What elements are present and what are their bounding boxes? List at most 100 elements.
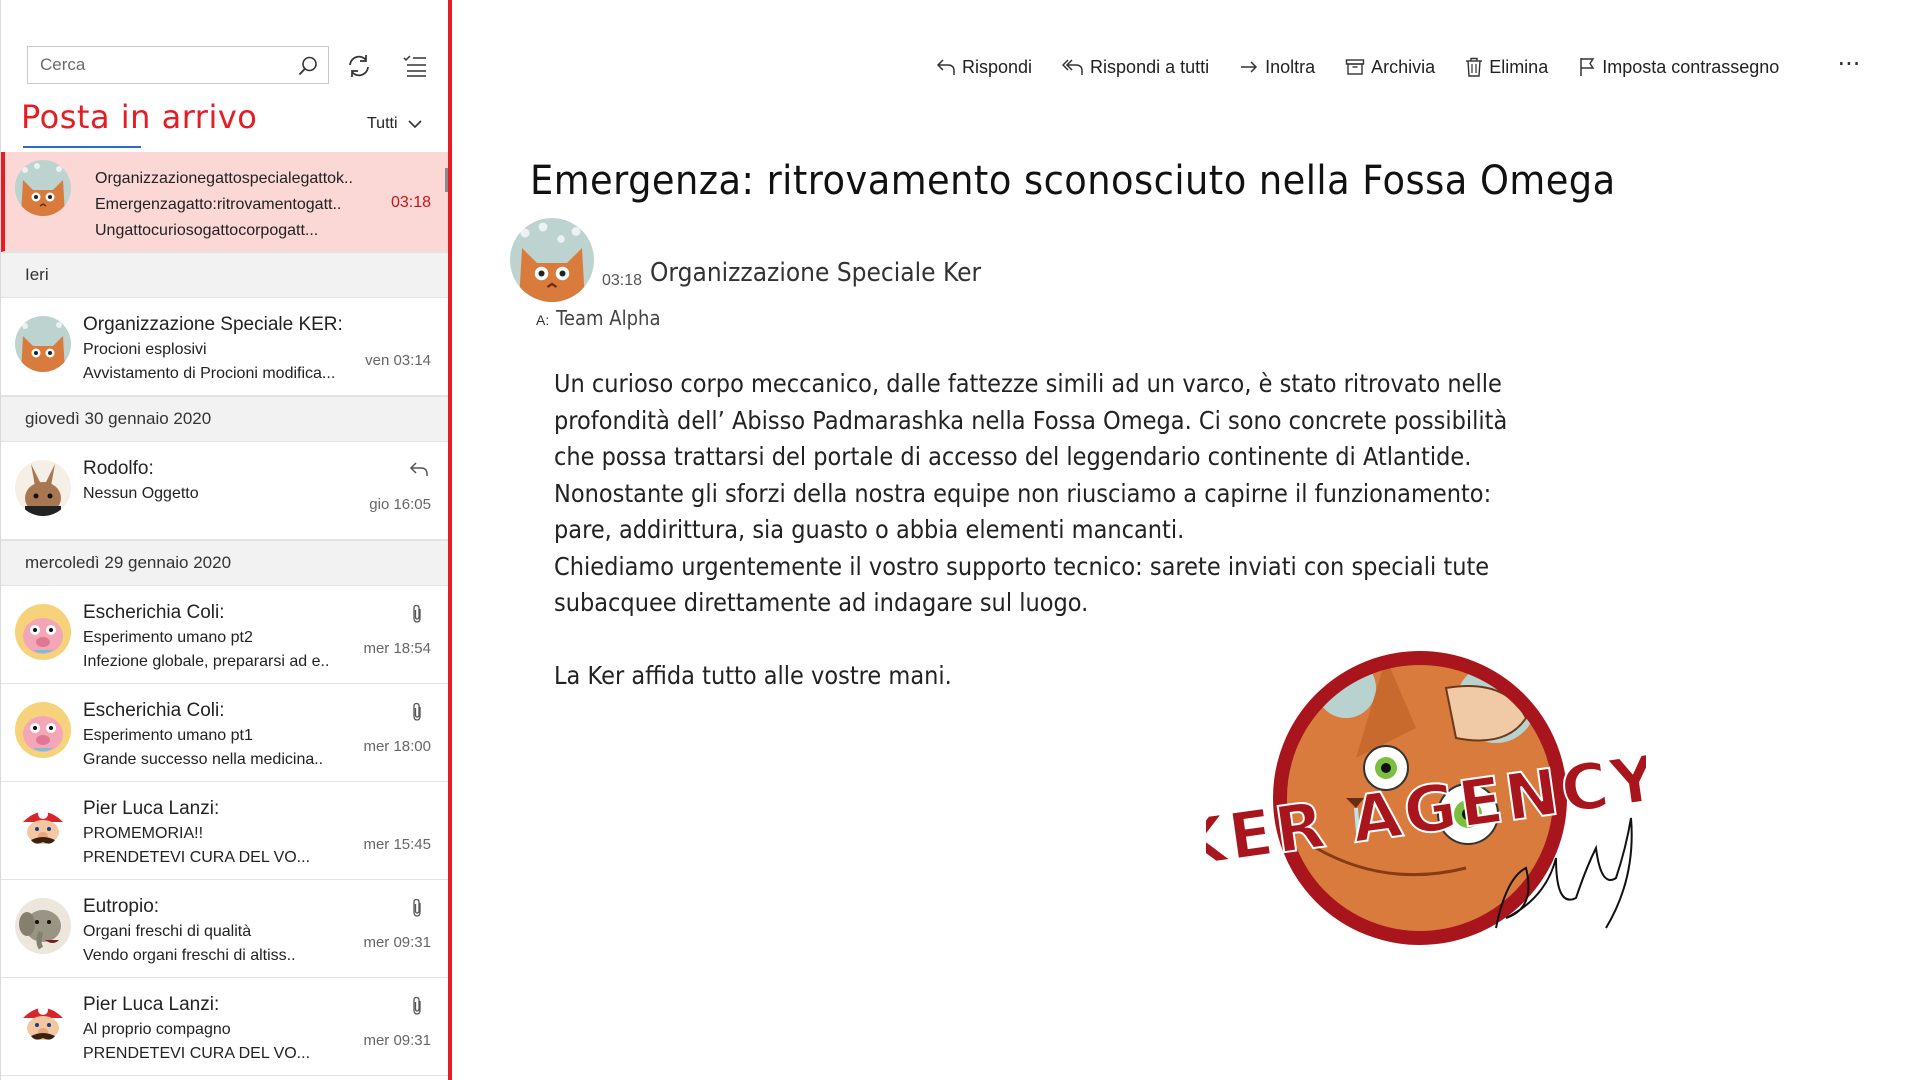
mail-subject: Emergenzagatto:ritrovamentogatt.. — [95, 196, 342, 213]
body-line: Un curioso corpo meccanico, dalle fattez… — [554, 369, 1502, 398]
mail-sender: Escherichia Coli: — [83, 602, 225, 623]
archive-label: Archivia — [1371, 56, 1436, 77]
mail-subject: Esperimento umano pt2 — [83, 629, 253, 646]
mail-time: mer 09:31 — [363, 1032, 431, 1049]
forward-button[interactable]: Inoltra — [1239, 57, 1315, 78]
search-box[interactable] — [27, 46, 329, 84]
recipient-label: A: — [536, 312, 550, 328]
mail-subject: Al proprio compagno — [83, 1021, 231, 1038]
mail-time: gio 16:05 — [369, 496, 431, 513]
archive-box-icon — [1345, 59, 1365, 75]
reply-all-icon — [1062, 59, 1083, 75]
mail-list: Organizzazionegattospecialegattok.. Emer… — [1, 152, 449, 1076]
delete-button[interactable]: Elimina — [1465, 57, 1548, 78]
mail-subject: Esperimento umano pt1 — [83, 727, 253, 744]
mail-sender: Eutropio: — [83, 896, 160, 917]
folder-title: Posta in arrivo — [21, 98, 258, 136]
body-line: profondità dell’ Abisso Padmarashka nell… — [554, 405, 1508, 435]
body-line: subacquee direttamente ad indagare sul l… — [554, 588, 1089, 617]
chevron-down-icon — [407, 120, 422, 129]
mail-time: mer 15:45 — [363, 836, 431, 853]
selection-mode-icon[interactable] — [399, 50, 431, 82]
mail-item[interactable]: Pier Luca Lanzi: Al proprio compagno PREND… — [1, 978, 449, 1076]
avatar-mario — [15, 996, 71, 1052]
date-group-header: mercoledì 29 gennaio 2020 — [1, 540, 449, 586]
mail-item-text: Pier Luca Lanzi: Al proprio compagno PREND… — [83, 992, 353, 1066]
reply-icon — [936, 59, 955, 75]
replied-icon — [409, 460, 429, 480]
delete-label: Elimina — [1489, 56, 1549, 77]
search-icon[interactable] — [294, 52, 322, 80]
sender-avatar — [510, 218, 594, 302]
mail-preview: PRENDETEVI CURA DEL VO... — [83, 849, 311, 866]
reply-all-button[interactable]: Rispondi a tutti — [1062, 57, 1209, 78]
mail-item[interactable]: Escherichia Coli: Esperimento umano pt1 Gr… — [1, 684, 449, 782]
mail-preview: Avvistamento di Procioni modifica... — [83, 365, 336, 382]
ker-agency-stamp-image: KER AGENCY — [1206, 650, 1646, 946]
mail-time: ven 03:14 — [365, 352, 431, 369]
mail-time: mer 18:00 — [363, 738, 431, 755]
mail-item-text: Organizzazione Speciale KER: Procioni esp… — [83, 312, 353, 386]
filter-label: Tutti — [367, 115, 398, 132]
mail-item[interactable]: Organizzazione Speciale KER: Procioni esp… — [1, 298, 449, 396]
mail-preview: Vendo organi freschi di altiss.. — [83, 947, 296, 964]
body-line: pare, addirittura, sia guasto o abbia el… — [554, 515, 1185, 544]
avatar-mario — [15, 800, 71, 856]
mail-item-selected[interactable]: Organizzazionegattospecialegattok.. Emer… — [1, 152, 449, 252]
mail-item[interactable]: Rodolfo: Nessun Oggetto gio 16:05 — [1, 442, 449, 540]
mail-item[interactable]: Eutropio: Organi freschi di qualità Vendo … — [1, 880, 449, 978]
archive-button[interactable]: Archivia — [1345, 57, 1435, 78]
mail-item[interactable]: Pier Luca Lanzi: PROMEMORIA!! PRENDETEVI C… — [1, 782, 449, 880]
mail-preview: Infezione globale, prepararsi ad e.. — [83, 653, 330, 670]
mail-sender: Escherichia Coli: — [83, 700, 225, 721]
pane-divider[interactable] — [448, 0, 452, 1080]
mail-sender: Rodolfo: — [83, 458, 154, 479]
recipient-name[interactable]: Team Alpha — [556, 306, 660, 330]
reply-button[interactable]: Rispondi — [936, 57, 1032, 78]
mail-subject: PROMEMORIA!! — [83, 825, 204, 842]
mail-preview: PRENDETEVI CURA DEL VO... — [83, 1045, 311, 1062]
mail-item-text: Escherichia Coli: Esperimento umano pt1 Gr… — [83, 698, 353, 772]
avatar-elephant — [15, 898, 71, 954]
mail-subject: Procioni esplosivi — [83, 341, 207, 358]
reply-label: Rispondi — [962, 56, 1033, 77]
mail-list-pane: Posta in arrivo Tutti Organizzazionegatt… — [0, 0, 449, 1080]
reply-all-label: Rispondi a tutti — [1090, 56, 1210, 77]
message-time: 03:18 — [602, 272, 643, 289]
message-toolbar: Rispondi Rispondi a tutti Inoltra Archiv… — [936, 52, 1809, 82]
more-options-button[interactable]: ··· — [1832, 52, 1866, 82]
message-body: Un curioso corpo meccanico, dalle fattez… — [554, 366, 1508, 694]
message-subject: Emergenza: ritrovamento sconosciuto nell… — [530, 158, 1616, 204]
avatar-cat — [15, 316, 71, 372]
mail-item-text: Pier Luca Lanzi: PROMEMORIA!! PRENDETEVI C… — [83, 796, 353, 870]
set-flag-button[interactable]: Imposta contrassegno — [1578, 57, 1779, 78]
attachment-icon — [409, 996, 429, 1016]
mail-item-text: Escherichia Coli: Esperimento umano pt2 In… — [83, 600, 353, 674]
mail-sender: Organizzazionegattospecialegattok.. — [95, 170, 353, 187]
date-group-header: giovedì 30 gennaio 2020 — [1, 396, 449, 442]
attachment-icon — [409, 898, 429, 918]
mail-time: 03:18 — [390, 194, 431, 211]
folder-title-underline — [23, 146, 141, 148]
mail-sender: Pier Luca Lanzi: — [83, 994, 220, 1015]
mail-subject: Organi freschi di qualità — [83, 923, 252, 940]
sender-name[interactable]: Organizzazione Speciale Ker — [650, 258, 981, 288]
trash-icon — [1466, 57, 1483, 77]
mail-preview: Ungattocuriosogattocorpogatt... — [95, 222, 319, 239]
mail-sender: Organizzazione Speciale KER: — [83, 314, 343, 335]
filter-dropdown[interactable]: Tutti — [367, 112, 422, 136]
avatar-rabbit — [15, 460, 71, 516]
mail-item[interactable]: Escherichia Coli: Esperimento umano pt2 In… — [1, 586, 449, 684]
mail-preview: Grande successo nella medicina.. — [83, 751, 324, 768]
body-line: che possa trattarsi del portale di acces… — [554, 442, 1472, 471]
attachment-icon — [409, 702, 429, 722]
body-line: Chiediamo urgentemente il vostro support… — [554, 551, 1490, 581]
body-line: Nonostante gli sforzi della nostra equip… — [554, 478, 1492, 508]
mail-subject: Nessun Oggetto — [83, 485, 199, 502]
mail-time: mer 09:31 — [363, 934, 431, 951]
sync-icon[interactable] — [343, 50, 375, 82]
forward-arrow-icon — [1241, 61, 1258, 73]
set-flag-label: Imposta contrassegno — [1602, 56, 1780, 77]
mail-time: mer 18:54 — [363, 640, 431, 657]
search-input[interactable] — [28, 47, 278, 83]
